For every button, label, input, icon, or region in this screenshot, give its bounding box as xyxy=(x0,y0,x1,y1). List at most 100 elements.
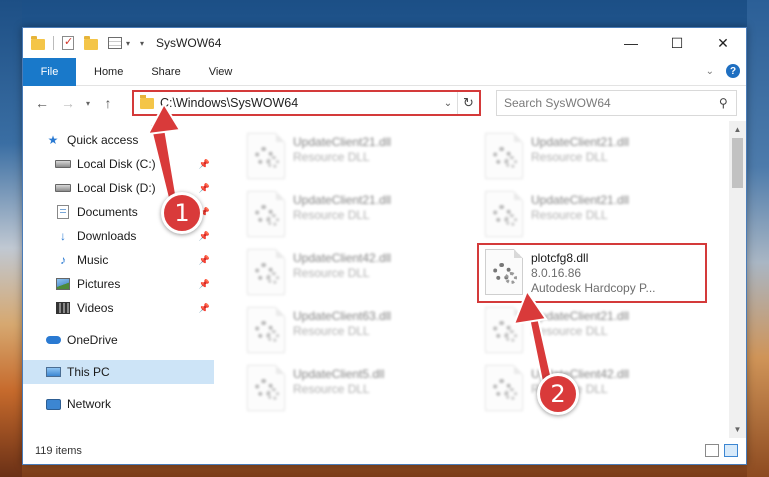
sidebar-item-network[interactable]: Network xyxy=(23,392,214,416)
search-icon[interactable]: ⚲ xyxy=(719,96,728,110)
address-dropdown-icon[interactable]: ⌄ xyxy=(439,98,457,109)
file-tile[interactable]: UpdateClient42.dllResource DLL xyxy=(479,361,707,419)
pin-icon[interactable]: 📌 xyxy=(199,303,210,314)
address-path[interactable]: C:\Windows\SysWOW64 xyxy=(160,96,439,110)
documents-icon xyxy=(55,205,71,219)
back-arrow-icon[interactable]: ← xyxy=(29,90,55,116)
navigation-bar: ← → ▾ ↑ C:\Windows\SysWOW64 ⌄ ↻ Search S… xyxy=(23,86,746,120)
title-bar: ▾ ▾ SysWOW64 — ☐ ✕ xyxy=(23,28,746,58)
sidebar-item-label: This PC xyxy=(67,365,110,379)
step-badge-2: 2 xyxy=(537,373,579,415)
file-tile-plotcfg8[interactable]: plotcfg8.dll 8.0.16.86 Autodesk Hardcopy… xyxy=(477,243,707,303)
minimize-button[interactable]: — xyxy=(608,28,654,58)
details-view-icon[interactable] xyxy=(705,444,719,457)
star-icon: ★ xyxy=(47,133,59,147)
file-name: UpdateClient63.dll xyxy=(293,309,392,323)
file-name: plotcfg8.dll xyxy=(531,251,589,265)
sidebar-item-label: OneDrive xyxy=(67,333,118,347)
pin-icon[interactable]: 📌 xyxy=(199,231,210,242)
large-icons-view-icon[interactable] xyxy=(724,444,738,457)
dll-file-icon xyxy=(485,133,523,179)
file-tile[interactable]: UpdateClient21.dll Resource DLL xyxy=(479,129,707,187)
file-name: UpdateClient42.dll xyxy=(293,251,392,265)
pin-icon[interactable]: 📌 xyxy=(199,159,210,170)
step-badge-1: 1 xyxy=(161,192,203,234)
pin-icon[interactable]: 📌 xyxy=(199,255,210,266)
tab-view[interactable]: View xyxy=(195,58,247,86)
sidebar-item-local-disk-c[interactable]: Local Disk (C:) 📌 xyxy=(23,152,214,176)
file-tile[interactable]: UpdateClient42.dllResource DLL xyxy=(241,245,469,303)
refresh-button[interactable]: ↻ xyxy=(457,92,479,114)
main-area: ★ Quick access Local Disk (C:) 📌 Local D… xyxy=(23,121,746,438)
file-type: Resource DLL xyxy=(293,150,370,164)
sidebar-item-onedrive[interactable]: OneDrive xyxy=(23,328,214,352)
toolbar-divider xyxy=(53,36,54,50)
search-input[interactable]: Search SysWOW64 ⚲ xyxy=(496,90,737,116)
file-name: UpdateClient21.dll xyxy=(293,135,392,149)
file-name: UpdateClient5.dll xyxy=(293,367,385,381)
file-type: Resource DLL xyxy=(531,208,608,222)
sidebar-item-videos[interactable]: Videos 📌 xyxy=(23,296,214,320)
sidebar-item-label: Local Disk (C:) xyxy=(77,157,156,171)
properties-check-icon[interactable] xyxy=(62,35,74,50)
desktop-background-left xyxy=(0,0,22,477)
sidebar-item-label: Videos xyxy=(77,301,114,315)
new-folder-icon[interactable] xyxy=(84,35,98,50)
pin-icon[interactable]: 📌 xyxy=(199,279,210,290)
sidebar-item-quick-access[interactable]: ★ Quick access xyxy=(23,128,214,152)
file-tile[interactable]: UpdateClient21.dll Resource DLL xyxy=(241,187,469,245)
sidebar-item-label: Pictures xyxy=(77,277,121,291)
quick-access-toolbar: ▾ ▾ xyxy=(23,35,144,50)
tab-home[interactable]: Home xyxy=(80,58,137,86)
maximize-button[interactable]: ☐ xyxy=(654,28,700,58)
file-version: 8.0.16.86 xyxy=(531,266,582,280)
qa-dropdown-icon[interactable]: ▾ xyxy=(126,39,130,48)
folder-icon[interactable] xyxy=(31,35,45,50)
expand-ribbon-icon[interactable]: ⌄ xyxy=(706,66,714,77)
file-type: Resource DLL xyxy=(293,266,370,280)
scroll-thumb[interactable] xyxy=(732,138,743,188)
pin-icon[interactable]: 📌 xyxy=(199,183,210,194)
sidebar-item-label: Music xyxy=(77,253,109,267)
tab-file[interactable]: File xyxy=(23,57,76,86)
ribbon-right: ⌄ ? xyxy=(706,64,740,78)
file-tile[interactable]: UpdateClient21.dll Resource DLL xyxy=(241,129,469,187)
sidebar-item-label: Quick access xyxy=(67,133,139,147)
forward-arrow-icon[interactable]: → xyxy=(55,90,81,116)
navigation-pane: ★ Quick access Local Disk (C:) 📌 Local D… xyxy=(23,121,214,438)
folder-icon xyxy=(140,94,154,109)
tab-share[interactable]: Share xyxy=(137,58,194,86)
dll-file-icon xyxy=(247,307,285,353)
customize-icon[interactable] xyxy=(108,37,122,49)
file-tile[interactable]: UpdateClient63.dll Resource DLL xyxy=(241,303,469,361)
sidebar-item-this-pc[interactable]: This PC xyxy=(23,360,214,384)
file-type: Resource DLL xyxy=(531,324,608,338)
file-tile[interactable]: UpdateClient5.dll Resource DLL xyxy=(241,361,469,419)
dll-file-icon xyxy=(247,191,285,237)
scroll-down-icon[interactable]: ▼ xyxy=(729,421,746,438)
close-button[interactable]: ✕ xyxy=(700,28,746,58)
up-arrow-icon[interactable]: ↑ xyxy=(95,90,121,116)
recent-locations-icon[interactable]: ▾ xyxy=(81,99,95,108)
vertical-scrollbar[interactable]: ▲ ▼ xyxy=(729,121,746,438)
view-toggle xyxy=(705,444,738,457)
status-bar: 119 items xyxy=(23,438,746,464)
file-tile[interactable]: UpdateClient21.dll Resource DLL xyxy=(479,187,707,245)
dll-file-icon xyxy=(485,365,523,411)
sidebar-item-pictures[interactable]: Pictures 📌 xyxy=(23,272,214,296)
file-tile[interactable]: UpdateClient21.dll Resource DLL xyxy=(479,303,707,361)
address-bar[interactable]: C:\Windows\SysWOW64 ⌄ ↻ xyxy=(132,90,481,116)
dll-file-icon xyxy=(485,307,523,353)
dll-file-icon xyxy=(485,249,523,295)
help-icon[interactable]: ? xyxy=(726,64,740,78)
scroll-up-icon[interactable]: ▲ xyxy=(729,121,746,138)
music-icon: ♪ xyxy=(60,253,66,267)
dll-file-icon xyxy=(247,133,285,179)
sidebar-item-music[interactable]: ♪ Music 📌 xyxy=(23,248,214,272)
qa-customize-arrow-icon[interactable]: ▾ xyxy=(140,39,144,48)
pictures-icon xyxy=(55,277,71,291)
dll-file-icon xyxy=(247,249,285,295)
explorer-window: ▾ ▾ SysWOW64 — ☐ ✕ File Home Share View … xyxy=(22,27,747,465)
file-type: Resource DLL xyxy=(293,324,370,338)
file-type: Resource DLL xyxy=(293,382,370,396)
